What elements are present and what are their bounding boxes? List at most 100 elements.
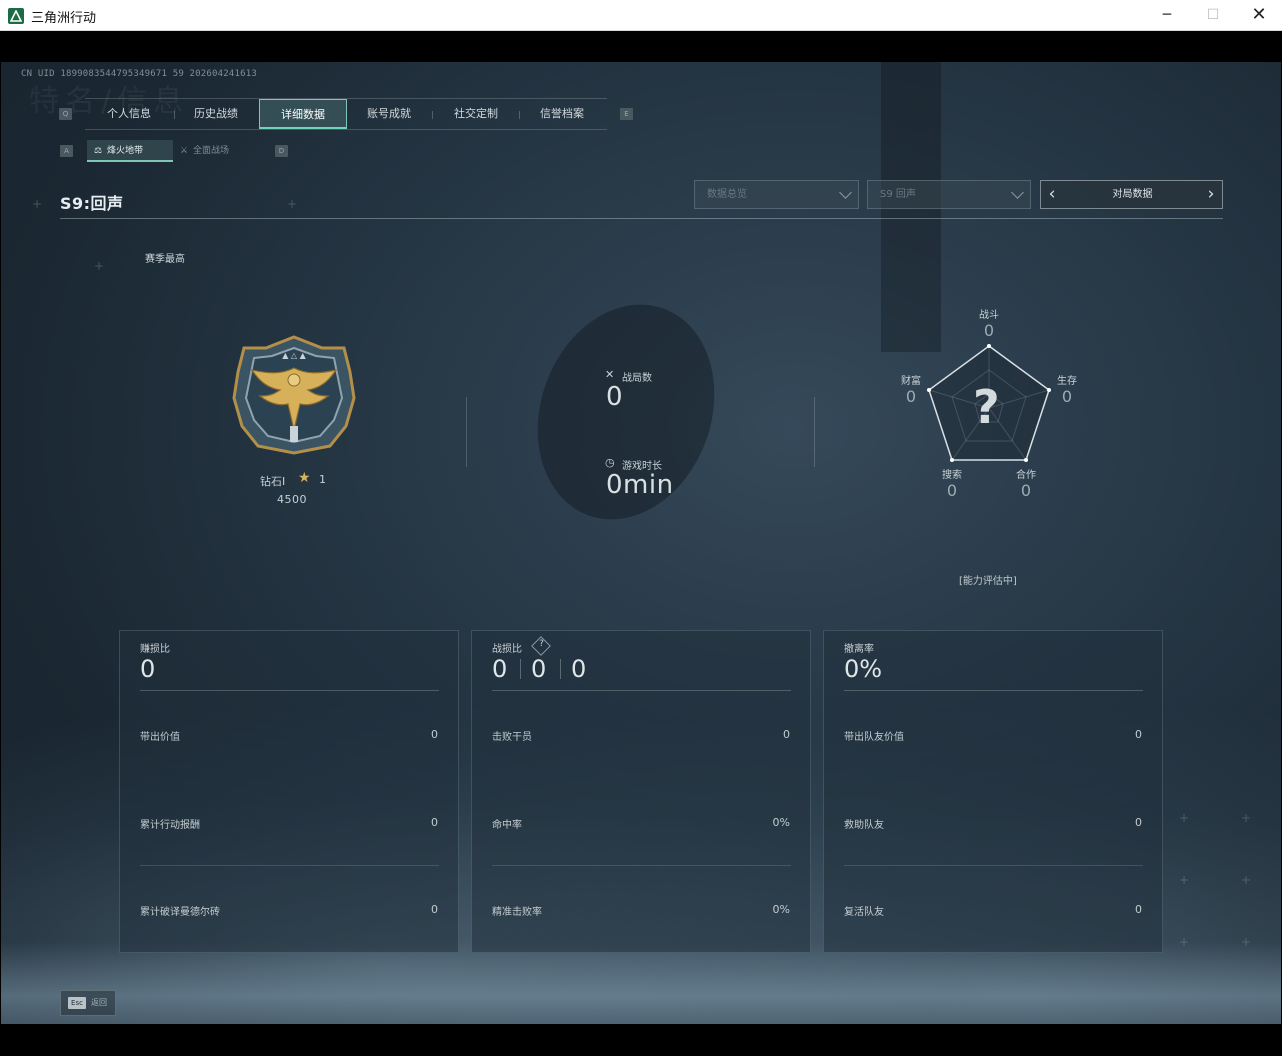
svg-text:▲ △ ▲: ▲ △ ▲: [282, 351, 306, 360]
data-overview-dropdown[interactable]: 数据总览: [694, 180, 859, 209]
radar-teamwork-value: 0: [1020, 481, 1032, 500]
rank-score: 4500: [277, 493, 307, 506]
background-radar-dish: [508, 279, 744, 545]
subtab-next-key[interactable]: D: [275, 145, 288, 157]
card-extraction-rate: 撤离率 0% 带出队友价值 0 救助队友 0 复活队友 0: [823, 630, 1163, 953]
season-best-label: 赛季最高: [145, 254, 185, 265]
rank-medal-icon: ▲ △ ▲: [232, 335, 356, 455]
stat-row-label: 命中率: [492, 820, 522, 831]
scale-icon: ⚖: [94, 146, 103, 156]
rank-name: 钻石I: [260, 475, 286, 488]
rank-star-icon: ★: [298, 470, 311, 486]
help-icon: ?: [539, 639, 544, 649]
card-kd-ratio: 战损比 ? 0 0 0 击败干员 0 命中率 0% 精准击败率 0%: [471, 630, 811, 953]
subtab-full-battlefield[interactable]: ⚔ 全面战场: [173, 140, 259, 162]
game-viewport: + + + + + + + + + 特名/信息 CN UID 189908354…: [1, 62, 1281, 1024]
tab-separator: [174, 111, 175, 119]
stat-row-label: 累计破译曼德尔砖: [140, 907, 220, 918]
season-title: S9:回声: [60, 194, 124, 213]
subtab-warzone-label: 烽火地带: [107, 146, 144, 156]
maximize-button[interactable]: ☐: [1190, 0, 1236, 31]
stat-row-label: 击败干员: [492, 732, 532, 743]
minimize-button[interactable]: ─: [1144, 0, 1190, 31]
card-kd-assists: 0: [571, 655, 587, 683]
vertical-divider: [814, 397, 815, 467]
crossed-swords-icon: ⚔: [180, 146, 189, 156]
card-divider: [140, 865, 439, 866]
tab-separator: [519, 111, 520, 119]
card-title: 撤离率: [844, 644, 874, 655]
stat-row-value: 0: [431, 728, 438, 741]
card-kd-deaths: 0: [531, 655, 547, 683]
section-divider: [60, 218, 1223, 219]
stat-row-value: 0: [1135, 728, 1142, 741]
card-divider: [844, 690, 1143, 691]
card-profit-ratio: 赚损比 0 带出价值 0 累计行动报酬 0 累计破译曼德尔砖 0: [119, 630, 459, 953]
pager-label: 对局数据: [1112, 189, 1153, 200]
decor-plus-icon: +: [1241, 873, 1252, 887]
card-big-value: 0: [140, 655, 156, 683]
radar-search-label: 搜索: [942, 470, 962, 481]
stat-row-label: 精准击败率: [492, 907, 542, 918]
stat-row-value: 0: [431, 816, 438, 829]
tab-achievements[interactable]: 账号成就: [351, 99, 427, 129]
back-label: 返回: [91, 998, 107, 1007]
decor-plus-icon: +: [287, 197, 298, 211]
match-data-pager: 对局数据 ‹ ›: [1040, 180, 1223, 209]
value-divider: [560, 659, 561, 679]
decor-plus-icon: +: [1179, 811, 1190, 825]
card-kd-kills: 0: [492, 655, 508, 683]
decor-plus-icon: +: [32, 197, 43, 211]
tab-match-history[interactable]: 历史战绩: [178, 99, 254, 129]
tab-social-customize[interactable]: 社交定制: [438, 99, 514, 129]
card-big-value: 0%: [844, 655, 883, 683]
tab-credit-record[interactable]: 信誉档案: [524, 99, 600, 129]
stat-row-value: 0: [431, 903, 438, 916]
matches-value: 0: [606, 382, 624, 412]
radar-survival-label: 生存: [1057, 376, 1077, 387]
window-title: 三角洲行动: [31, 11, 97, 26]
chevron-down-icon: [1011, 186, 1024, 199]
stat-row-label: 带出价值: [140, 732, 180, 743]
value-divider: [520, 659, 521, 679]
card-title: 战损比: [492, 644, 522, 655]
stat-row-value: 0: [1135, 816, 1142, 829]
stat-row-value: 0: [783, 728, 790, 741]
close-button[interactable]: ✕: [1236, 0, 1282, 31]
background-fog-bottom: [1, 942, 1281, 1024]
subtab-prev-key[interactable]: A: [60, 145, 73, 157]
stat-row-label: 带出队友价值: [844, 732, 904, 743]
subtab-full-battlefield-label: 全面战场: [193, 146, 230, 156]
data-overview-dropdown-value: 数据总览: [707, 189, 747, 200]
subtab-warzone[interactable]: ⚖ 烽火地带: [87, 140, 173, 162]
tab-next-key[interactable]: E: [620, 108, 633, 120]
stat-row-value: 0%: [772, 903, 790, 916]
decor-plus-icon: +: [1179, 873, 1190, 887]
card-divider: [492, 865, 791, 866]
window-titlebar: 三角洲行动 ─ ☐ ✕: [0, 0, 1282, 31]
tab-prev-key[interactable]: Q: [59, 108, 72, 120]
esc-key-icon: Esc: [68, 997, 86, 1009]
radar-search-value: 0: [946, 481, 958, 500]
radar-combat-value: 0: [983, 321, 995, 340]
decor-plus-icon: +: [94, 259, 105, 273]
tab-detailed-data[interactable]: 详细数据: [259, 99, 347, 129]
radar-wealth-value: 0: [905, 387, 917, 406]
stat-row-label: 累计行动报酬: [140, 820, 200, 831]
pager-next-arrow-icon[interactable]: ›: [1202, 181, 1220, 208]
crossed-swords-icon: ✕: [605, 368, 615, 381]
back-button[interactable]: Esc 返回: [60, 990, 116, 1016]
season-dropdown[interactable]: S9 回声: [867, 180, 1031, 209]
radar-survival-value: 0: [1061, 387, 1073, 406]
radar-status: [能力评估中]: [959, 576, 1017, 587]
pager-prev-arrow-icon[interactable]: ‹: [1043, 181, 1061, 208]
app-window: 三角洲行动 ─ ☐ ✕ + + + + + + + + + 特名/信息 CN U…: [0, 0, 1282, 1056]
decor-plus-icon: +: [1179, 935, 1190, 949]
decor-plus-icon: +: [1241, 811, 1252, 825]
decor-plus-icon: +: [1241, 935, 1252, 949]
card-divider: [844, 865, 1143, 866]
main-tabs: 个人信息 历史战绩 详细数据 账号成就 社交定制 信誉档案: [85, 98, 607, 130]
tab-personal-info[interactable]: 个人信息: [91, 99, 167, 129]
radar-combat-label: 战斗: [979, 310, 999, 321]
player-uid: CN UID 1899083544795349671 59 2026042416…: [21, 69, 257, 79]
